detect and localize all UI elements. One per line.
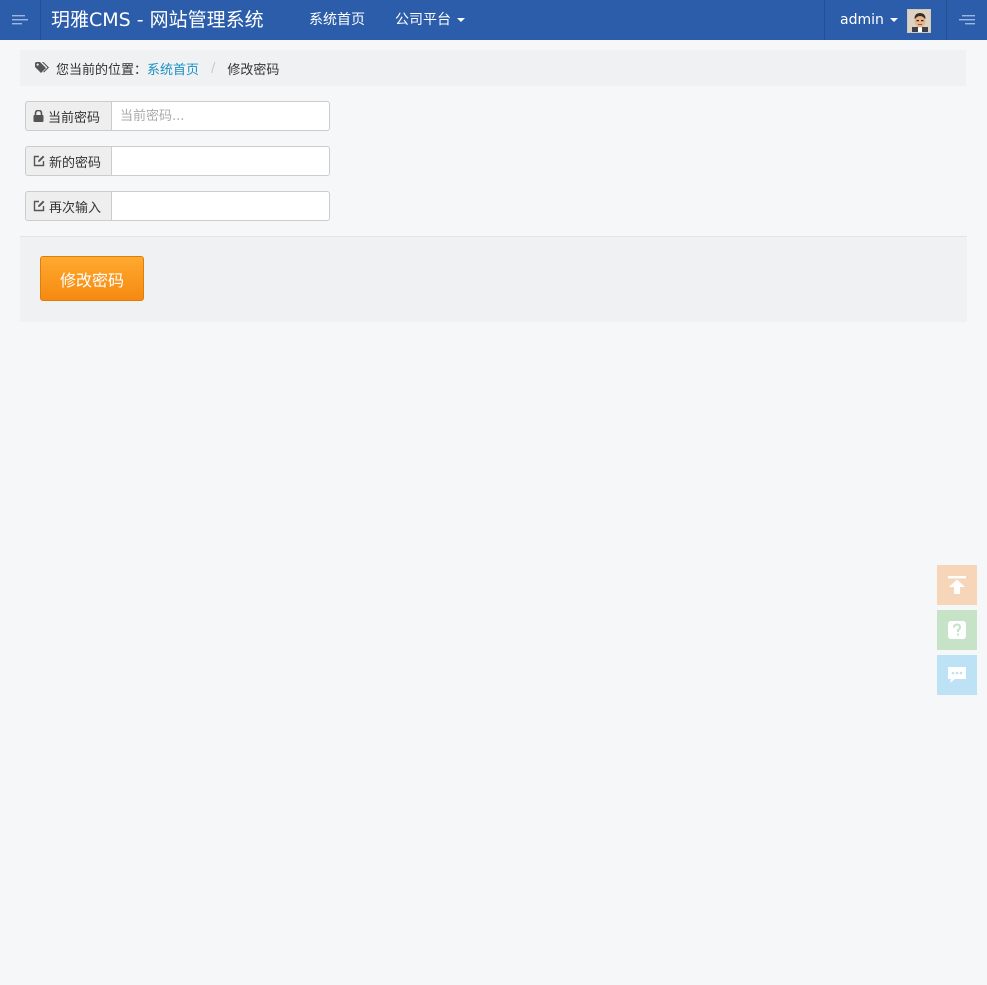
- chevron-down-icon: [889, 18, 898, 22]
- form-actions: 修改密码: [20, 236, 967, 322]
- back-to-top-icon: [948, 576, 966, 594]
- current-password-addon: 当前密码: [25, 101, 111, 131]
- confirm-password-addon: 再次输入: [25, 191, 111, 221]
- nav-company-dropdown[interactable]: 公司平台: [395, 0, 465, 40]
- menu-right-icon: [959, 15, 975, 25]
- chat-icon: [948, 667, 966, 683]
- nav-home-label: 系统首页: [309, 12, 365, 28]
- right-panel-toggle-button[interactable]: [947, 0, 987, 40]
- user-menu[interactable]: admin: [824, 0, 947, 40]
- chat-button[interactable]: [937, 655, 977, 695]
- edit-icon: [33, 200, 45, 212]
- user-name-label: admin: [840, 0, 898, 40]
- breadcrumb-separator: /: [211, 60, 216, 76]
- edit-icon: [33, 155, 45, 167]
- breadcrumb: 您当前的位置： 系统首页 / 修改密码: [20, 50, 966, 86]
- menu-left-icon: [12, 15, 28, 25]
- sidebar-toggle-button[interactable]: [0, 0, 41, 40]
- tags-icon: [35, 62, 50, 74]
- chevron-down-icon: [457, 18, 465, 22]
- back-to-top-button[interactable]: [937, 565, 977, 605]
- top-navbar: 玥雅CMS - 网站管理系统 系统首页 公司平台 admin: [0, 0, 987, 40]
- new-password-addon: 新的密码: [25, 146, 111, 176]
- confirm-password-input[interactable]: [111, 191, 330, 221]
- current-password-label: 当前密码: [48, 110, 101, 126]
- nav-company-label: 公司平台: [395, 12, 451, 28]
- current-password-input[interactable]: [111, 101, 330, 131]
- new-password-input[interactable]: [111, 146, 330, 176]
- help-button[interactable]: [937, 610, 977, 650]
- nav-home-link[interactable]: 系统首页: [309, 0, 365, 40]
- confirm-password-group: 再次输入: [25, 191, 330, 221]
- breadcrumb-prefix: 您当前的位置：: [56, 62, 148, 78]
- avatar: [907, 9, 931, 33]
- breadcrumb-current: 修改密码: [227, 62, 280, 78]
- confirm-password-label: 再次输入: [49, 200, 102, 216]
- new-password-group: 新的密码: [25, 146, 330, 176]
- lock-icon: [33, 110, 44, 122]
- app-title[interactable]: 玥雅CMS - 网站管理系统: [51, 0, 264, 40]
- new-password-label: 新的密码: [49, 155, 102, 171]
- help-icon: [948, 621, 966, 639]
- change-password-button[interactable]: 修改密码: [40, 256, 144, 301]
- breadcrumb-home-link[interactable]: 系统首页: [147, 59, 199, 78]
- current-password-group: 当前密码: [25, 101, 330, 131]
